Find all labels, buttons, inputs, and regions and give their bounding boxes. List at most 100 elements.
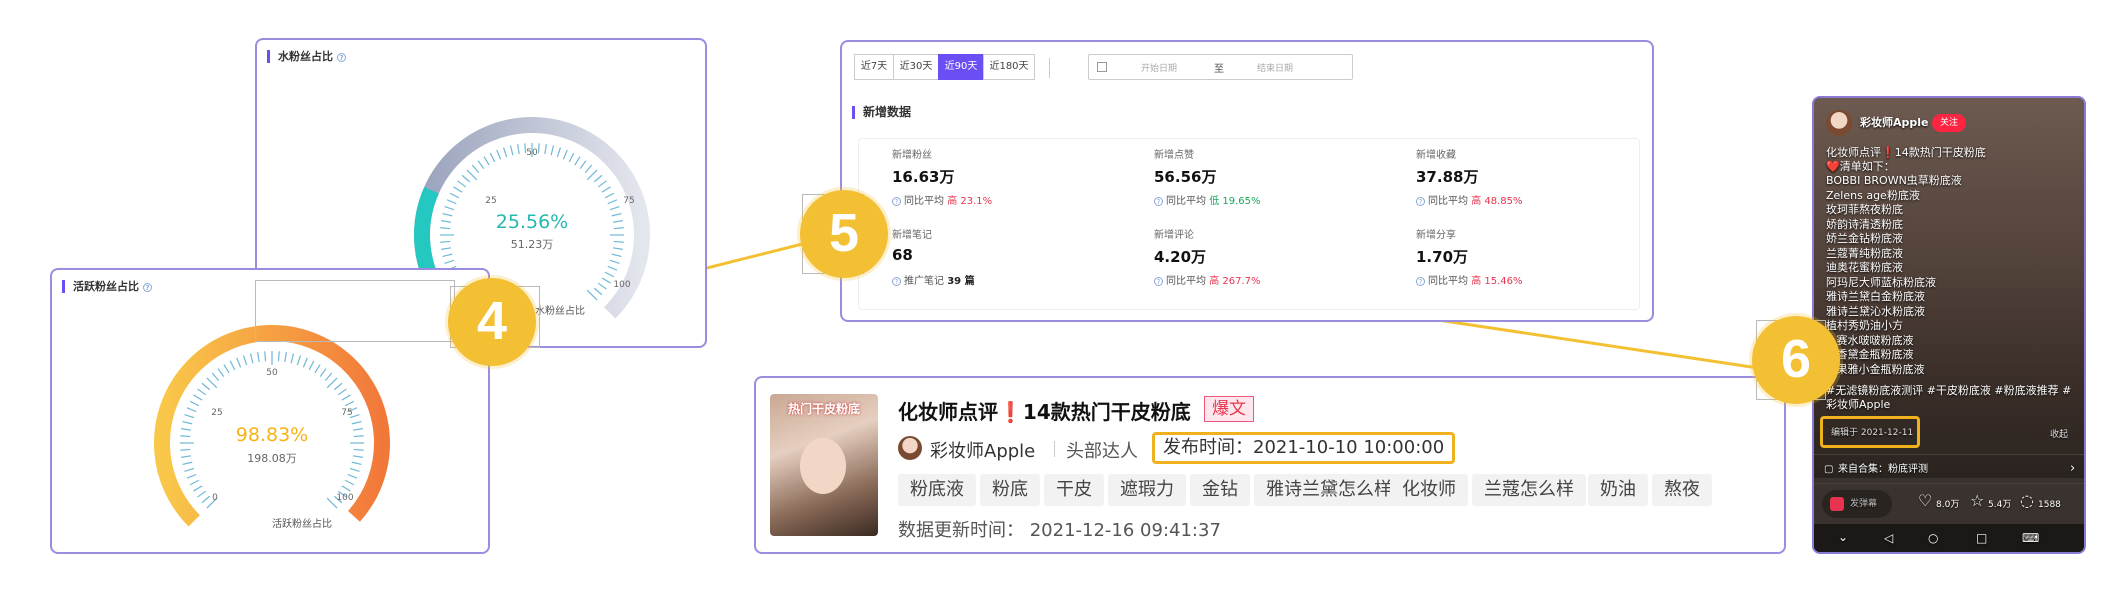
active-ratio-title: 活跃粉丝占比? bbox=[62, 280, 152, 293]
topic-tag[interactable]: 奶油 bbox=[1588, 474, 1648, 506]
gauge-tick bbox=[604, 192, 615, 199]
gauge-tick bbox=[324, 372, 333, 382]
recents-icon[interactable]: □ bbox=[1976, 531, 1987, 545]
topic-tag[interactable]: 雅诗兰黛怎么样 bbox=[1254, 474, 1404, 506]
topic-tag[interactable]: 化妆师 bbox=[1390, 474, 1468, 506]
help-icon[interactable]: ? bbox=[892, 196, 901, 206]
gauge-tick bbox=[444, 205, 455, 211]
gauge-tick bbox=[441, 247, 452, 250]
help-icon[interactable]: ? bbox=[1154, 196, 1163, 206]
note-thumbnail[interactable]: 热门干皮粉底 bbox=[770, 394, 878, 536]
gauge-tick bbox=[502, 147, 508, 158]
gauge-tick bbox=[201, 382, 211, 391]
like-icon[interactable]: ♡ bbox=[1918, 493, 1932, 509]
end-date-input[interactable]: 结束日期 bbox=[1257, 61, 1293, 74]
gauge-tick bbox=[284, 352, 287, 363]
stat-label: 新增分享 bbox=[1416, 230, 1456, 241]
range-30d[interactable]: 近30天 bbox=[893, 54, 939, 80]
topic-tag[interactable]: 金钻 bbox=[1190, 474, 1250, 506]
phone-list-item: Zelens age粉底液 bbox=[1826, 188, 1920, 202]
gauge-tick bbox=[337, 388, 347, 396]
gauge-tick bbox=[441, 220, 452, 223]
danmaku-input[interactable]: 发弹幕 bbox=[1822, 490, 1892, 518]
author-divider bbox=[1054, 441, 1055, 457]
update-time: 数据更新时间： 2021-12-16 09:41:37 bbox=[898, 520, 1221, 541]
gauge-tick bbox=[333, 382, 343, 391]
stat-compare: ? 推广笔记 39 篇 bbox=[892, 272, 975, 287]
gauge-tick bbox=[217, 368, 225, 378]
stat-label: 新增收藏 bbox=[1416, 150, 1456, 161]
new-data-card: 近7天 近30天 近90天 近180天 开始日期 至 结束日期 新增数据 新增粉… bbox=[840, 40, 1654, 322]
gauge-tick-label: 50 bbox=[526, 148, 538, 158]
collapse-link[interactable]: 收起 bbox=[2050, 428, 2068, 442]
range-90d[interactable]: 近90天 bbox=[938, 54, 984, 80]
help-icon[interactable]: ? bbox=[1416, 196, 1425, 206]
author-name[interactable]: 彩妆师Apple bbox=[930, 437, 1035, 463]
comment-icon[interactable]: ◌ bbox=[2020, 493, 2034, 509]
gauge-tick bbox=[446, 199, 457, 205]
gauge-tick bbox=[229, 360, 236, 371]
collection-bar[interactable]: ▢ 来自合集：粉底评测 › bbox=[1814, 454, 2084, 484]
stat-label: 新增粉丝 bbox=[892, 150, 932, 161]
gauge-tick bbox=[326, 377, 338, 389]
gauge-tick bbox=[353, 435, 364, 438]
gauge-tick bbox=[466, 169, 478, 181]
phone-list-item: 雅诗兰黛白金粉底液 bbox=[1826, 290, 1925, 303]
phone-list-item: 雅诗兰黛沁水粉底液 bbox=[1826, 304, 1925, 318]
stat-value: 68 bbox=[892, 246, 913, 264]
home-icon[interactable]: ○ bbox=[1928, 531, 1938, 545]
note-title[interactable]: 化妆师点评❗14款热门干皮粉底 bbox=[898, 396, 1191, 425]
android-nav-bar: ⌄ ◁ ○ □ ⌨ bbox=[1814, 524, 2084, 552]
gauge-tick bbox=[223, 364, 230, 374]
gauge-tick bbox=[444, 259, 455, 265]
gauge-tick bbox=[442, 212, 453, 217]
gauge-tick bbox=[180, 448, 191, 451]
gauge-tick-label: 75 bbox=[341, 408, 353, 418]
edit-time: 编辑于 2021-12-11 bbox=[1820, 416, 1920, 448]
phone-preview: 彩妆师Apple 关注 化妆师点评❗14款热门干皮粉底 ❤️清单如下： BOBB… bbox=[1812, 96, 2086, 554]
help-icon[interactable]: ? bbox=[337, 52, 346, 62]
star-count: 5.4万 bbox=[1988, 500, 2012, 510]
topic-tag[interactable]: 熬夜 bbox=[1652, 474, 1712, 506]
stat-value: 16.63万 bbox=[892, 168, 955, 186]
phone-list-item: ...果雅小金瓶粉底液 bbox=[1826, 362, 1925, 376]
range-7d[interactable]: 近7天 bbox=[854, 54, 894, 80]
step-badge-5: 5 bbox=[800, 190, 888, 278]
help-icon[interactable]: ? bbox=[892, 276, 901, 286]
topic-tag[interactable]: 粉底液 bbox=[898, 474, 976, 506]
author-avatar bbox=[898, 436, 922, 460]
gauge-tick bbox=[440, 227, 451, 230]
topic-tag[interactable]: 兰蔻怎么样 bbox=[1472, 474, 1586, 506]
gauge-tick bbox=[341, 485, 351, 492]
gauge-tick bbox=[189, 479, 200, 486]
start-date-input[interactable]: 开始日期 bbox=[1141, 61, 1177, 74]
topic-tag[interactable]: 干皮 bbox=[1044, 474, 1104, 506]
phone-author-avatar[interactable] bbox=[1826, 110, 1852, 136]
gauge-tick bbox=[314, 364, 321, 374]
collection-icon: ▢ bbox=[1824, 464, 1834, 475]
back-icon[interactable]: ◁ bbox=[1884, 531, 1893, 545]
range-180d[interactable]: 近180天 bbox=[983, 54, 1035, 80]
gauge-tick bbox=[604, 271, 615, 278]
star-icon[interactable]: ☆ bbox=[1970, 493, 1984, 509]
help-icon[interactable]: ? bbox=[143, 282, 152, 292]
help-icon[interactable]: ? bbox=[1416, 276, 1425, 286]
keyboard-icon[interactable]: ⌨ bbox=[2022, 531, 2039, 545]
help-icon[interactable]: ? bbox=[1154, 276, 1163, 286]
date-separator: 至 bbox=[1214, 64, 1224, 75]
gauge-tick bbox=[277, 351, 280, 362]
chevron-down-icon[interactable]: ⌄ bbox=[1838, 530, 1848, 544]
gauge-tick bbox=[556, 147, 562, 158]
gauge-tick bbox=[211, 372, 220, 382]
topic-tag[interactable]: 粉底 bbox=[980, 474, 1040, 506]
topic-tag[interactable]: 遮瑕力 bbox=[1108, 474, 1186, 506]
new-data-title: 新增数据 bbox=[852, 106, 911, 119]
highlight-box bbox=[255, 280, 455, 342]
follow-button[interactable]: 关注 bbox=[1932, 114, 1966, 132]
phone-author-name[interactable]: 彩妆师Apple bbox=[1860, 116, 1929, 130]
phone-list-item: 玫珂菲熬夜粉底 bbox=[1826, 203, 1903, 216]
phone-list-item: 娇兰金钻粉底液 bbox=[1826, 232, 1903, 245]
date-range-picker[interactable]: 开始日期 至 结束日期 bbox=[1088, 54, 1353, 80]
phone-hashtags[interactable]: #无滤镜粉底液测评 #干皮粉底液 #粉底液推荐 #彩妆师Apple bbox=[1826, 384, 2081, 412]
phone-list-item: 娇韵诗清透粉底 bbox=[1826, 217, 1903, 231]
